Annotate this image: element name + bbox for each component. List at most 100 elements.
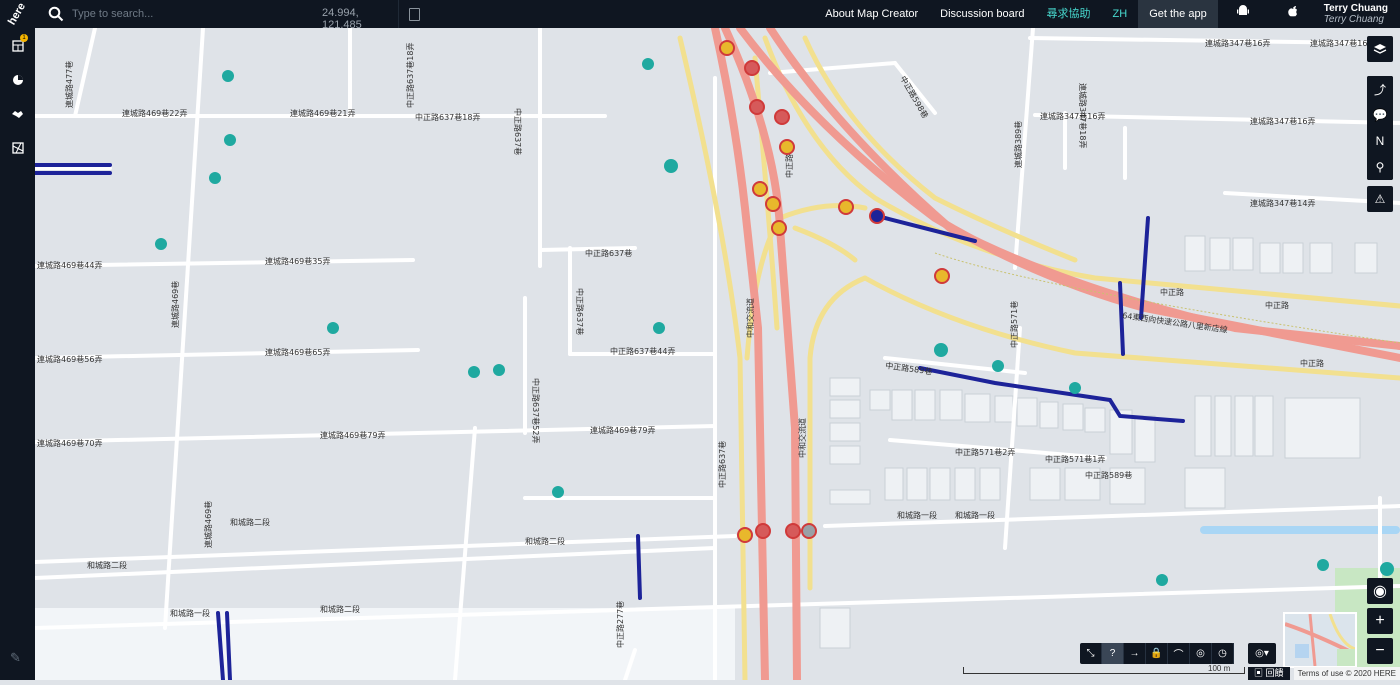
search-icon[interactable] <box>48 6 64 22</box>
plus-icon: + <box>1375 612 1385 629</box>
map-layers-button[interactable] <box>0 131 35 165</box>
street-label: 中正路637巷18弄 <box>415 112 480 122</box>
minimap[interactable] <box>1283 612 1357 668</box>
street-label: 連城路347巷14弄 <box>1250 198 1315 208</box>
street-label: 連城路469巷44弄 <box>37 260 102 270</box>
camera-icon: ◎ <box>1196 648 1205 659</box>
street-label: 連城路469巷21弄 <box>290 108 355 118</box>
zoom-in-button[interactable]: + <box>1367 608 1393 634</box>
add-link-button[interactable]: ⚲ <box>1367 154 1393 180</box>
user-menu[interactable]: Terry Chuang Terry Chuang <box>1318 3 1400 25</box>
zoom-out-button[interactable]: − <box>1367 638 1393 664</box>
street-label: 連城路469巷79弄 <box>320 430 385 440</box>
street-label: 中正路571巷1弄 <box>1045 454 1105 464</box>
street-label: 和城路二段 <box>320 604 360 614</box>
street-label: 連城路469巷65弄 <box>265 347 330 357</box>
android-icon[interactable] <box>1218 0 1268 28</box>
map-canvas[interactable]: 中正路637巷18弄 中正路637巷18弄 中正路637巷 連城路469巷22弄… <box>33 24 1400 684</box>
get-app-button[interactable]: Get the app <box>1138 0 1218 28</box>
bridge-icon: ⌒ <box>1173 650 1184 661</box>
speedometer-icon: ◷ <box>1218 648 1227 659</box>
street-label: 中正路571巷 <box>1009 301 1019 348</box>
street-label: 和城路一段 <box>170 608 210 618</box>
street-label: 中正路637巷18弄 <box>405 43 415 108</box>
stats-button[interactable] <box>0 63 35 97</box>
speed-camera-button[interactable]: ◎ <box>1190 643 1212 664</box>
street-label: 中正路637巷 <box>585 248 632 258</box>
warning-icon: ⚠ <box>1374 192 1386 206</box>
lock-button[interactable]: 🔒 <box>1146 643 1168 664</box>
street-label: 連城路347巷16弄 <box>1310 38 1375 48</box>
street-label: 連城路477巷 <box>64 61 74 108</box>
scale-bar <box>963 667 1245 674</box>
street-label: 中正路637巷52弄 <box>531 378 541 443</box>
compass-button[interactable]: ◎▾ <box>1248 643 1276 664</box>
handshake-icon <box>12 111 23 118</box>
top-bar: here 24.994, 121.485 About Map Creator D… <box>0 0 1400 31</box>
street-label: 中正路637巷 <box>717 441 727 488</box>
locate-button[interactable]: ◉ <box>1367 578 1393 604</box>
map-icon <box>11 142 24 154</box>
minus-icon: − <box>1375 642 1385 659</box>
pencil-icon[interactable]: ✎ <box>10 650 21 666</box>
street-label: 中正路637巷44弄 <box>610 346 675 356</box>
add-place-icon: N <box>1375 134 1385 148</box>
turn-restriction-button[interactable]: → <box>1124 643 1146 664</box>
street-label: 連城路469巷35弄 <box>265 256 330 266</box>
measure-button[interactable]: ⤡ <box>1080 643 1102 664</box>
street-label: 中正路277巷 <box>615 601 625 648</box>
street-label: 連城路347巷16弄 <box>1250 116 1315 126</box>
street-label: 連城路469巷56弄 <box>37 354 102 364</box>
feedback-label: 回饋 <box>1265 668 1284 678</box>
add-road-icon: ⤴ <box>1373 82 1386 97</box>
about-link[interactable]: About Map Creator <box>814 0 929 28</box>
scale-label: 100 m <box>1208 664 1231 673</box>
add-link-icon: ⚲ <box>1375 160 1385 174</box>
grid-icon <box>11 40 24 52</box>
street-label: 中正路 <box>1300 358 1324 368</box>
street-label: 中正路 <box>1160 287 1184 297</box>
arrow-icon: → <box>1129 648 1140 659</box>
help-link[interactable]: 尋求協助 <box>1036 0 1102 28</box>
question-icon: ? <box>1109 648 1116 659</box>
feedback-icon: ▣ <box>1254 668 1266 678</box>
street-label: 中正路 <box>784 154 794 178</box>
top-nav: About Map Creator Discussion board 尋求協助 … <box>814 0 1400 28</box>
report-button[interactable]: ⚠ <box>1367 186 1393 212</box>
layers-icon <box>1373 44 1387 54</box>
terms-link[interactable]: Terms of use © 2020 HERE <box>1293 667 1400 680</box>
right-toolbar: ⤴ 💬 N ⚲ ⚠ <box>1367 36 1393 216</box>
street-label: 中正路637巷 <box>513 108 523 155</box>
add-tools-group: ⤴ 💬 N ⚲ <box>1367 76 1393 180</box>
user-name: Terry Chuang <box>1323 3 1388 14</box>
tasks-button[interactable]: 1 <box>0 29 35 63</box>
community-button[interactable] <box>0 97 35 131</box>
street-label: 連城路347巷16弄 <box>1040 111 1105 121</box>
copy-coordinates-icon[interactable] <box>409 8 420 21</box>
bridge-button[interactable]: ⌒ <box>1168 643 1190 664</box>
street-label: 中和交流道 <box>745 298 755 338</box>
zoom-controls: ◉ + − <box>1367 578 1393 668</box>
add-place-button[interactable]: N <box>1367 128 1393 154</box>
speed-limit-button[interactable]: ◷ <box>1212 643 1234 664</box>
user-subname: Terry Chuang <box>1323 14 1384 25</box>
add-comment-button[interactable]: 💬 <box>1367 102 1393 128</box>
left-sidebar: 1 ✎ <box>0 28 35 680</box>
street-label: 中和交流道 <box>797 418 807 458</box>
street-label: 連城路469巷 <box>170 281 180 328</box>
street-label: 連城路469巷70弄 <box>37 438 102 448</box>
search-input[interactable] <box>70 7 274 21</box>
street-label: 中正路 <box>1265 300 1289 310</box>
street-label: 連城路469巷22弄 <box>122 108 187 118</box>
map-svg[interactable]: 中正路637巷18弄 中正路637巷18弄 中正路637巷 連城路469巷22弄… <box>33 24 1400 684</box>
discussion-link[interactable]: Discussion board <box>929 0 1035 28</box>
language-switch[interactable]: ZH <box>1102 0 1139 28</box>
bottom-toolbar: ⤡ ? → 🔒 ⌒ ◎ ◷ <box>1080 643 1234 664</box>
apple-icon[interactable] <box>1268 0 1318 28</box>
feedback-button[interactable]: ▣ 回饋 <box>1248 667 1290 680</box>
street-label: 和城路一段 <box>897 510 937 520</box>
layers-button[interactable] <box>1367 36 1393 62</box>
help-button[interactable]: ? <box>1102 643 1124 664</box>
add-road-button[interactable]: ⤴ <box>1367 76 1393 102</box>
street-label: 連城路469巷 <box>203 501 213 548</box>
